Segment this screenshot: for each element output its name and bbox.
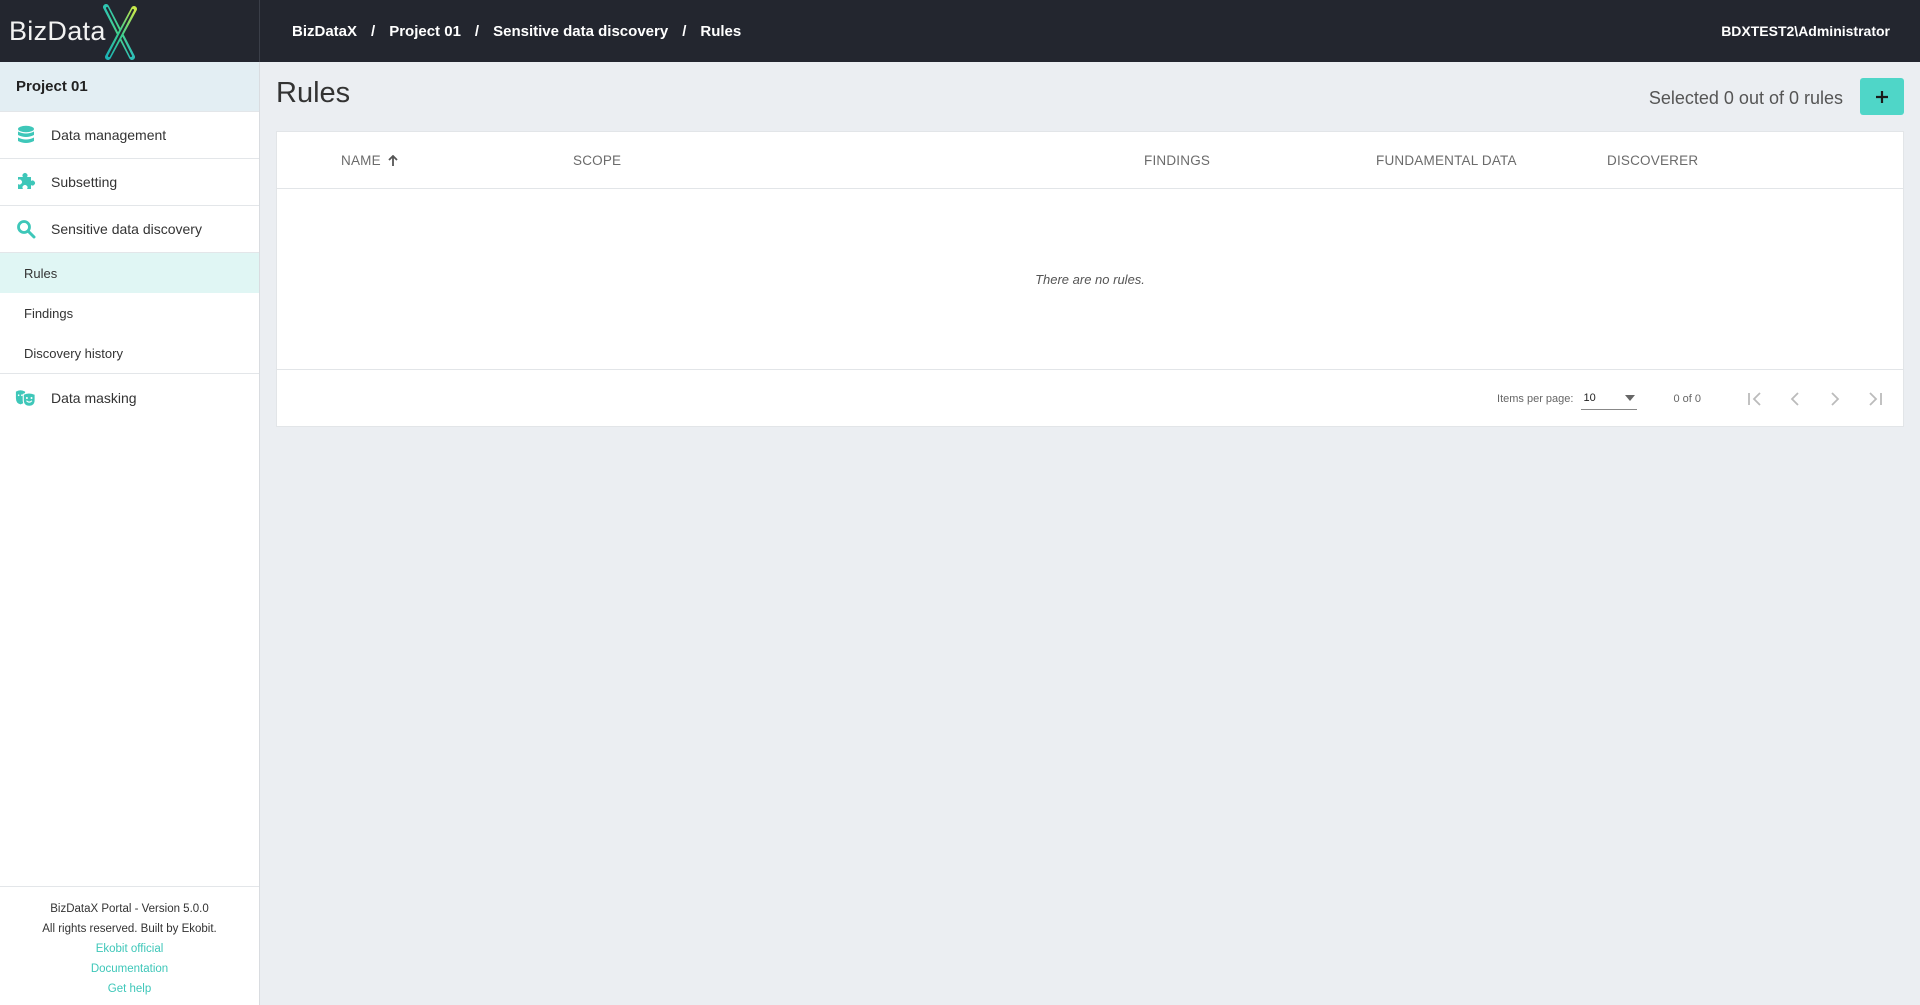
empty-state-message: There are no rules. <box>1035 271 1145 287</box>
breadcrumb: BizDataX / Project 01 / Sensitive data d… <box>260 23 741 40</box>
first-page-icon <box>1748 391 1761 406</box>
breadcrumb-separator: / <box>682 22 687 40</box>
sort-ascending-icon <box>388 154 398 166</box>
get-help-link[interactable]: Get help <box>0 979 259 999</box>
project-name[interactable]: Project 01 <box>0 62 259 112</box>
top-bar: BizData BizDataX / Project 01 / Sensitiv… <box>0 0 1920 62</box>
chevron-left-icon <box>1790 391 1799 406</box>
sidebar-item-sensitive-data-discovery[interactable]: Sensitive data discovery <box>0 206 259 253</box>
items-per-page-value: 10 <box>1583 392 1596 404</box>
items-per-page-select[interactable]: 10 <box>1581 388 1638 410</box>
database-icon <box>15 124 37 146</box>
page-range: 0 of 0 <box>1673 392 1701 405</box>
paginator: Items per page: 10 0 of 0 <box>277 370 1903 427</box>
sidebar-item-data-masking[interactable]: Data masking <box>0 374 259 421</box>
column-header-name[interactable]: NAME <box>341 132 398 189</box>
logo[interactable]: BizData <box>0 0 260 62</box>
breadcrumb-rules[interactable]: Rules <box>700 23 741 40</box>
ekobit-official-link[interactable]: Ekobit official <box>0 939 259 959</box>
previous-page-button[interactable] <box>1775 384 1815 414</box>
breadcrumb-sensitive-data-discovery[interactable]: Sensitive data discovery <box>493 23 668 40</box>
documentation-link[interactable]: Documentation <box>0 959 259 979</box>
add-rule-button[interactable] <box>1860 78 1904 115</box>
main-content: Rules Selected 0 out of 0 rules NAME SCO… <box>261 62 1920 1005</box>
sidebar-subitem-discovery-history[interactable]: Discovery history <box>0 333 259 373</box>
next-page-button[interactable] <box>1815 384 1855 414</box>
sidebar-footer: BizDataX Portal - Version 5.0.0 All righ… <box>0 886 259 1005</box>
items-per-page-label: Items per page: <box>1497 392 1574 405</box>
page-title: Rules <box>276 77 351 109</box>
sidebar-item-label: Data masking <box>51 389 137 406</box>
logo-text: BizData <box>9 15 106 46</box>
sidebar-subitem-findings[interactable]: Findings <box>0 293 259 333</box>
breadcrumb-separator: / <box>474 22 480 40</box>
sensitive-data-discovery-submenu: Rules Findings Discovery history <box>0 253 259 374</box>
logo-x-icon <box>102 4 137 60</box>
rules-table: NAME SCOPE FINDINGS FUNDAMENTAL DATA DIS… <box>276 131 1904 427</box>
chevron-right-icon <box>1831 391 1840 406</box>
sidebar-item-data-management[interactable]: Data management <box>0 112 259 159</box>
sidebar-item-label: Sensitive data discovery <box>51 221 202 237</box>
breadcrumb-project[interactable]: Project 01 <box>389 23 461 40</box>
pager-buttons <box>1735 384 1895 414</box>
first-page-button[interactable] <box>1735 384 1775 414</box>
sidebar-item-label: Data management <box>51 127 167 143</box>
masks-icon <box>15 387 37 409</box>
last-page-button[interactable] <box>1855 384 1895 414</box>
table-body: There are no rules. <box>277 189 1903 370</box>
version-text: BizDataX Portal - Version 5.0.0 <box>50 903 209 915</box>
user-account[interactable]: BDXTEST2\Administrator <box>1721 0 1890 62</box>
column-header-findings[interactable]: FINDINGS <box>1144 132 1210 189</box>
column-header-scope[interactable]: SCOPE <box>573 132 621 189</box>
column-header-discoverer[interactable]: DISCOVERER <box>1607 132 1698 189</box>
column-label: NAME <box>341 153 381 168</box>
last-page-icon <box>1869 391 1882 406</box>
search-icon <box>15 218 37 240</box>
table-header: NAME SCOPE FINDINGS FUNDAMENTAL DATA DIS… <box>277 132 1903 189</box>
breadcrumb-bizdatax[interactable]: BizDataX <box>292 23 357 40</box>
sidebar-subitem-rules[interactable]: Rules <box>0 253 259 293</box>
dropdown-arrow-icon <box>1625 395 1636 401</box>
column-header-fundamental-data[interactable]: FUNDAMENTAL DATA <box>1376 132 1517 189</box>
selection-count: Selected 0 out of 0 rules <box>1648 88 1843 108</box>
puzzle-icon <box>15 171 37 193</box>
sidebar: Project 01 Data management Subsetting Se… <box>0 62 260 1005</box>
plus-icon <box>1876 90 1888 103</box>
rights-text: All rights reserved. Built by Ekobit. <box>42 923 217 935</box>
breadcrumb-separator: / <box>371 22 376 40</box>
sidebar-item-label: Subsetting <box>51 174 118 190</box>
sidebar-item-subsetting[interactable]: Subsetting <box>0 159 259 206</box>
